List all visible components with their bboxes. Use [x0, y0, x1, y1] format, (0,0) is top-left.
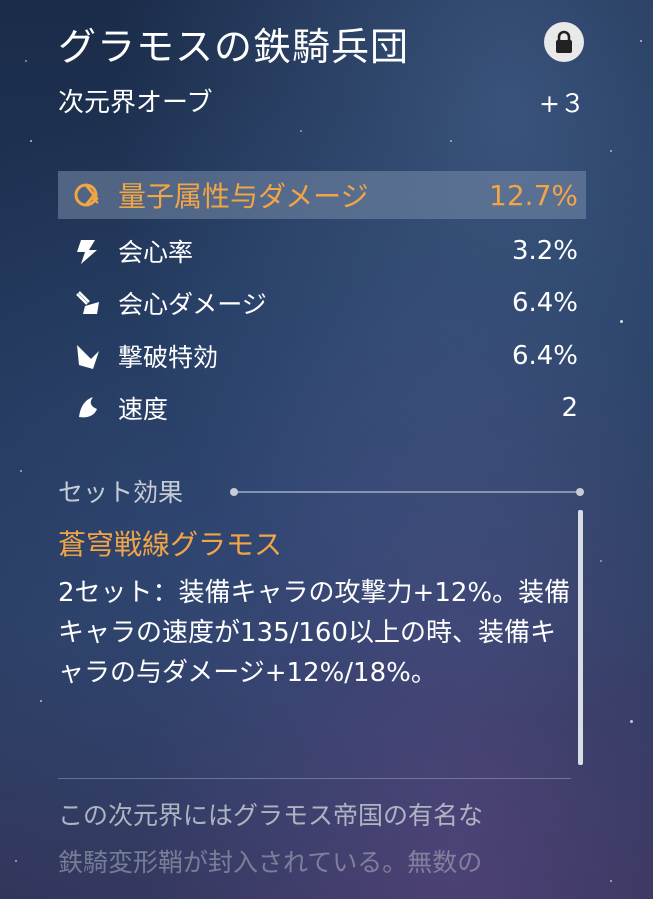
section-divider: [230, 488, 584, 496]
sub-stat-value: 6.4%: [511, 341, 578, 371]
starfield-background: [0, 0, 653, 899]
lock-button[interactable]: [544, 22, 584, 62]
lore-text: この次元界にはグラモス帝国の有名な 鉄騎変形鞘が封入されている。無数の: [58, 792, 568, 886]
lore-line: 鉄騎変形鞘が封入されている。無数の: [58, 848, 483, 877]
sub-stat-row: 会心ダメージ 6.4%: [58, 280, 586, 326]
sub-stat-value: 6.4%: [511, 288, 578, 318]
speed-icon: [68, 388, 108, 428]
lock-icon: [556, 30, 572, 53]
sub-stat-value: 3.2%: [511, 236, 578, 266]
set-name: 蒼穹戦線グラモス: [58, 528, 283, 561]
crit-dmg-icon: [68, 283, 108, 323]
sub-stat-label: 会心ダメージ: [118, 290, 267, 319]
set-description: 2セット：装備キャラの攻撃力+12%。装備キャラの速度が135/160以上の時、…: [58, 578, 571, 688]
main-stat-label: 量子属性与ダメージ: [118, 180, 369, 213]
sub-stat-label: 会心率: [118, 238, 194, 267]
break-effect-icon: [68, 336, 108, 376]
sub-stat-label: 撃破特効: [118, 343, 219, 372]
main-stat-value: 12.7%: [489, 178, 578, 212]
sub-stat-row: 会心率 3.2%: [58, 228, 586, 274]
relic-level: +３: [539, 89, 585, 118]
lore-line: この次元界にはグラモス帝国の有名な: [58, 801, 484, 830]
sub-stat-row: 速度 2: [58, 385, 586, 431]
set-effect-heading: セット効果: [58, 478, 184, 507]
sub-stat-value: 2: [561, 393, 578, 423]
scrollbar[interactable]: [578, 510, 583, 765]
crit-rate-icon: [68, 231, 108, 271]
quantum-icon: [68, 175, 108, 215]
main-stat-row: 量子属性与ダメージ 12.7%: [58, 171, 586, 219]
relic-title: グラモスの鉄騎兵団: [58, 25, 410, 69]
sub-stat-row: 撃破特効 6.4%: [58, 333, 586, 379]
divider: [58, 778, 571, 779]
relic-type: 次元界オーブ: [58, 88, 213, 118]
sub-stat-label: 速度: [118, 395, 169, 424]
